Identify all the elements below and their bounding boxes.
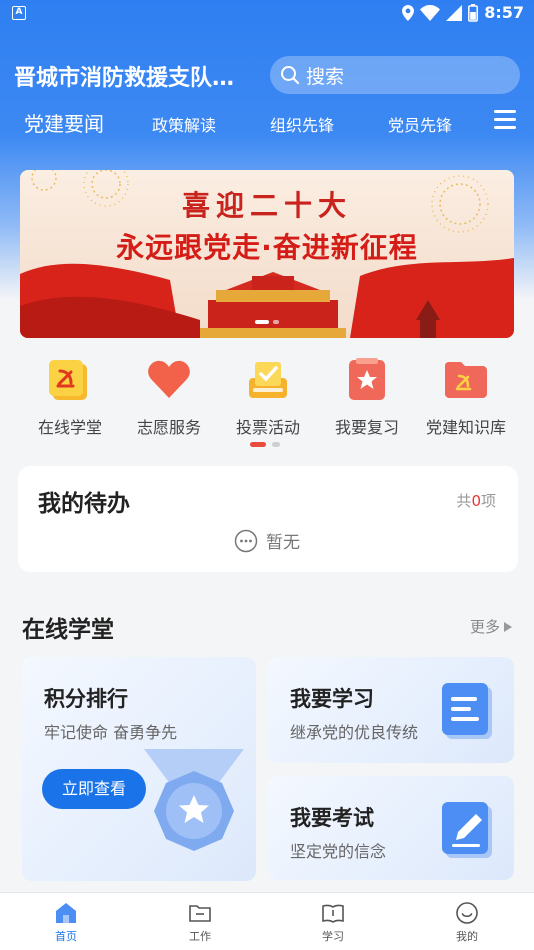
ranking-title: 积分排行 bbox=[44, 687, 128, 711]
ranking-card[interactable]: 积分排行 牢记使命 奋勇争先 立即查看 bbox=[22, 657, 256, 881]
shortcut-grid: 在线学堂 志愿服务 投票活动 我要复习 党建知识库 bbox=[0, 356, 534, 438]
location-icon bbox=[402, 4, 415, 21]
app-header: 晋城市消防救援支队… 搜索 bbox=[0, 56, 534, 96]
edit-pen-icon bbox=[442, 802, 492, 858]
shortcut-vote[interactable]: 投票活动 bbox=[219, 356, 317, 438]
folder-icon bbox=[189, 905, 211, 922]
menu-icon[interactable] bbox=[494, 110, 518, 134]
more-link[interactable]: 更多 bbox=[470, 616, 512, 637]
exam-subtitle: 坚定党的信念 bbox=[290, 842, 387, 861]
knowledge-folder-icon bbox=[445, 362, 487, 398]
shortcut-volunteer[interactable]: 志愿服务 bbox=[120, 356, 218, 438]
search-icon bbox=[281, 66, 300, 85]
arrow-right-icon bbox=[504, 621, 512, 632]
battery-icon bbox=[468, 3, 479, 22]
wifi-icon bbox=[420, 4, 441, 21]
shortcut-online-class[interactable]: 在线学堂 bbox=[21, 356, 119, 438]
tab-members[interactable]: 党员先锋 bbox=[388, 112, 452, 136]
tab-policy[interactable]: 政策解读 bbox=[152, 112, 216, 136]
promo-banner[interactable]: 喜迎二十大 永远跟党走·奋进新征程 bbox=[20, 170, 514, 338]
heart-icon bbox=[148, 360, 190, 398]
banner-indicator bbox=[20, 309, 514, 328]
search-placeholder: 搜索 bbox=[306, 65, 345, 88]
shortcut-knowledge-base[interactable]: 党建知识库 bbox=[417, 356, 515, 438]
section-title: 在线学堂 bbox=[22, 617, 114, 643]
todo-title: 我的待办 bbox=[38, 491, 130, 517]
todo-empty-state: 暂无 bbox=[234, 528, 300, 553]
study-subtitle: 继承党的优良传统 bbox=[290, 723, 419, 742]
online-class-icon bbox=[49, 360, 87, 400]
shortcut-review[interactable]: 我要复习 bbox=[318, 356, 416, 438]
vote-icon bbox=[249, 362, 287, 398]
book-icon bbox=[322, 904, 344, 923]
shortcut-page-indicator bbox=[250, 442, 286, 461]
ranking-subtitle: 牢记使命 奋勇争先 bbox=[44, 723, 178, 742]
tab-organization[interactable]: 组织先锋 bbox=[270, 112, 334, 136]
tab-profile[interactable]: 我的 bbox=[427, 901, 507, 944]
banner-slogan: 永远跟党走·奋进新征程 bbox=[116, 231, 418, 264]
status-bar: A 8:57 bbox=[0, 0, 534, 28]
document-list-icon bbox=[442, 683, 492, 739]
bottom-tab-bar: 首页 工作 学习 我的 bbox=[0, 892, 534, 950]
exam-card[interactable]: 我要考试 坚定党的信念 bbox=[268, 776, 514, 880]
status-time: 8:57 bbox=[484, 3, 524, 22]
cellular-signal-icon bbox=[446, 4, 463, 21]
study-card[interactable]: 我要学习 继承党的优良传统 bbox=[268, 657, 514, 763]
review-star-icon bbox=[349, 358, 385, 400]
todo-card[interactable]: 我的待办 共0项 暂无 bbox=[18, 466, 518, 572]
smiley-icon bbox=[456, 902, 478, 924]
study-title: 我要学习 bbox=[290, 687, 374, 711]
organization-name: 晋城市消防救援支队… bbox=[14, 66, 235, 91]
todo-count: 共0项 bbox=[456, 492, 496, 510]
medal-icon bbox=[144, 749, 244, 851]
more-dots-icon bbox=[234, 529, 258, 552]
home-icon bbox=[56, 903, 76, 923]
view-now-button[interactable]: 立即查看 bbox=[42, 769, 146, 809]
banner-headline: 喜迎二十大 bbox=[181, 189, 352, 222]
notification-a-icon: A bbox=[12, 6, 26, 20]
tab-party-news[interactable]: 党建要闻 bbox=[24, 108, 104, 137]
tab-home[interactable]: 首页 bbox=[26, 901, 106, 944]
search-input[interactable]: 搜索 bbox=[270, 56, 520, 94]
exam-title: 我要考试 bbox=[290, 806, 374, 830]
category-tabs: 党建要闻 政策解读 组织先锋 党员先锋 bbox=[0, 108, 534, 142]
tab-work[interactable]: 工作 bbox=[160, 901, 240, 944]
tab-study[interactable]: 学习 bbox=[293, 901, 373, 944]
